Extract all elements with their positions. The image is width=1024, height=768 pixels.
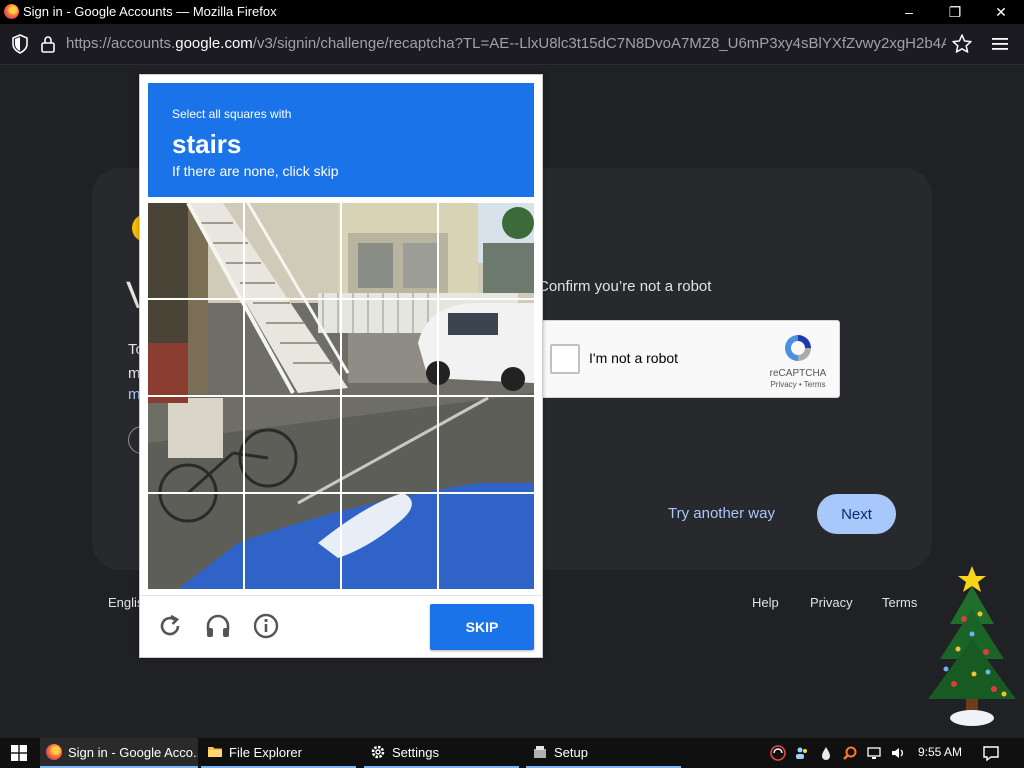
christmas-tree-decoration (928, 566, 1016, 726)
grid-tile-15[interactable] (342, 494, 436, 588)
skip-button[interactable]: SKIP (430, 604, 534, 650)
grid-tile-13[interactable] (148, 494, 242, 588)
window-title: Sign in - Google Accounts — Mozilla Fire… (23, 4, 277, 19)
firefox-icon (46, 744, 62, 760)
challenge-footer: SKIP (140, 595, 542, 658)
hamburger-menu-icon[interactable] (990, 34, 1010, 54)
url-prefix: https://accounts. (66, 35, 176, 52)
maximize-button[interactable]: ❐ (932, 0, 978, 24)
taskbar-item-firefox[interactable]: Sign in - Google Acco... (40, 738, 198, 768)
recaptcha-checkbox-label: I'm not a robot (589, 350, 679, 366)
challenge-instruction: Select all squares with (172, 107, 292, 121)
footer-privacy-link[interactable]: Privacy (810, 595, 853, 610)
grid-tile-5[interactable] (148, 300, 242, 394)
recaptcha-checkbox[interactable] (550, 344, 580, 374)
recaptcha-brand: reCAPTCHA (769, 368, 827, 379)
grid-tile-16[interactable] (439, 494, 533, 588)
recaptcha-logo-icon (785, 335, 811, 361)
setup-icon (534, 746, 546, 758)
search-icon[interactable] (842, 745, 858, 761)
start-button[interactable] (0, 738, 38, 768)
taskbar-item-setup[interactable]: Setup (526, 738, 681, 768)
close-button[interactable]: ✕ (978, 0, 1024, 24)
tray-app-icon[interactable] (770, 745, 786, 761)
footer-help-link[interactable]: Help (752, 595, 779, 610)
url-path: /v3/signin/challenge/recaptcha?TL=AE--Ll… (252, 35, 946, 52)
grid-tile-12[interactable] (439, 397, 533, 491)
taskbar-item-label: Setup (554, 744, 588, 760)
next-button[interactable]: Next (817, 494, 896, 534)
folder-icon (208, 747, 222, 757)
url-domain: google.com (175, 35, 253, 52)
firefox-icon (4, 4, 19, 19)
taskbar-item-settings[interactable]: Settings (364, 738, 519, 768)
lock-icon[interactable] (38, 33, 58, 55)
grid-tile-6[interactable] (245, 300, 339, 394)
people-icon[interactable] (794, 745, 810, 761)
challenge-target-word: stairs (172, 129, 242, 159)
reload-icon[interactable] (156, 612, 184, 640)
grid-tile-7[interactable] (342, 300, 436, 394)
volume-icon[interactable] (890, 745, 906, 761)
notification-icon[interactable] (982, 744, 1000, 762)
bookmark-star-icon[interactable] (951, 33, 973, 55)
window-titlebar: Sign in - Google Accounts — Mozilla Fire… (0, 0, 1024, 24)
try-another-way-link[interactable]: Try another way (668, 505, 775, 522)
grid-tile-4[interactable] (439, 203, 533, 297)
grid-tile-3[interactable] (342, 203, 436, 297)
grid-tile-11[interactable] (342, 397, 436, 491)
grid-tile-2[interactable] (245, 203, 339, 297)
grid-tile-10[interactable] (245, 397, 339, 491)
url-field[interactable]: https://accounts.google.com/v3/signin/ch… (66, 35, 946, 55)
recaptcha-challenge-dialog: Select all squares with stairs If there … (139, 74, 543, 658)
system-clock[interactable]: 9:55 AM (918, 745, 962, 759)
taskbar-item-file-explorer[interactable]: File Explorer (201, 738, 356, 768)
grid-tile-14[interactable] (245, 494, 339, 588)
navigation-toolbar: https://accounts.google.com/v3/signin/ch… (0, 24, 1024, 65)
gear-icon (371, 745, 385, 759)
grid-tile-9[interactable] (148, 397, 242, 491)
taskbar-item-label: Sign in - Google Acco... (68, 744, 198, 760)
grid-tile-1[interactable] (148, 203, 242, 297)
tracking-protection-shield-icon[interactable] (10, 33, 30, 55)
recaptcha-widget: I'm not a robot reCAPTCHA Privacy • Term… (540, 320, 840, 398)
taskbar: Sign in - Google Acco... File Explorer S… (0, 738, 1024, 768)
info-icon[interactable] (252, 612, 280, 640)
grid-tile-8[interactable] (439, 300, 533, 394)
network-icon[interactable] (866, 745, 882, 761)
taskbar-item-label: Settings (392, 744, 439, 760)
taskbar-item-label: File Explorer (229, 744, 302, 760)
recaptcha-privacy-terms[interactable]: Privacy • Terms (767, 380, 829, 389)
challenge-header: Select all squares with stairs If there … (148, 83, 534, 197)
droplet-icon[interactable] (818, 745, 834, 761)
audio-icon[interactable] (204, 612, 232, 640)
challenge-hint: If there are none, click skip (172, 163, 339, 179)
windows-logo-icon (11, 745, 27, 761)
challenge-image-grid (148, 203, 534, 589)
minimize-button[interactable]: – (886, 0, 932, 24)
footer-terms-link[interactable]: Terms (882, 595, 917, 610)
confirm-not-robot-text: Confirm you’re not a robot (538, 278, 712, 295)
